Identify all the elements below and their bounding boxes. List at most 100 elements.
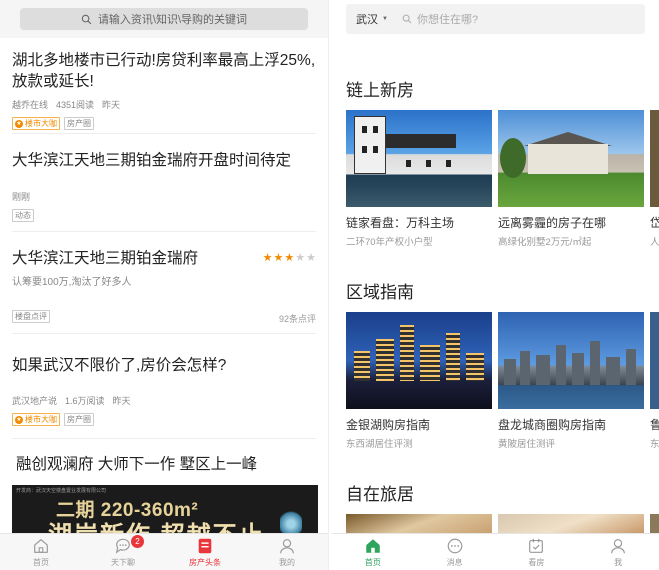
article-time: 昨天 — [102, 100, 121, 110]
tab-messages[interactable]: 消息 — [414, 534, 496, 570]
card-title: 岱 — [650, 216, 659, 230]
home-icon — [366, 538, 380, 553]
article-reads: 4351阅读 — [56, 100, 95, 110]
content-card[interactable]: 金银湖购房指南 东西湖居住评测 — [346, 312, 492, 450]
bottom-tab-bar: 首页 消息 看房 我 — [332, 533, 659, 570]
tag-hot[interactable]: ★ 楼市大咖 — [12, 413, 60, 426]
unread-badge: 2 — [131, 535, 144, 548]
card-image — [346, 514, 492, 534]
article-item[interactable]: 如果武汉不限价了,房价会怎样? 武汉地产说 1.6万阅读 昨天 ★ 楼市大咖 房产… — [12, 355, 316, 439]
card-title: 远离雾霾的房子在哪 — [498, 216, 607, 230]
tab-label: 我 — [614, 557, 623, 567]
tab-viewing[interactable]: 看房 — [496, 534, 578, 570]
tab-me[interactable]: 我 — [577, 534, 659, 570]
card-image — [498, 312, 644, 409]
article-meta: 武汉地产说 1.6万阅读 昨天 — [12, 394, 316, 407]
content-card[interactable] — [498, 514, 644, 534]
banner-developer: 开发商：武汉天空楼盘置业发展有限公司 — [16, 488, 107, 494]
tab-label: 我的 — [279, 557, 295, 567]
bottom-tab-bar: 首页 2 天下聊 房产头条 我的 — [0, 533, 328, 570]
content-card-partial[interactable]: 岱 人 — [650, 110, 659, 248]
review-desc: 认筹要100万,淘汰了好多人 — [12, 277, 132, 288]
crown-icon: ★ — [15, 415, 23, 424]
caret-down-icon: ▼ — [382, 16, 388, 22]
star-filled-icon: ★ — [273, 252, 284, 264]
tag[interactable]: 楼盘点评 — [12, 310, 50, 323]
review-tags: 楼盘点评 — [12, 310, 316, 323]
article-meta: 刚刚 — [12, 190, 316, 203]
tab-label: 天下聊 — [111, 557, 135, 567]
card-subtitle: 二环70年产权小户型 — [346, 237, 433, 248]
article-item[interactable]: 大华滨江天地三期铂金瑞府开盘时间待定 刚刚 动态 — [12, 150, 316, 232]
home-icon — [34, 538, 48, 553]
rating-stars: ★ ★ ★ ★ ★ — [263, 251, 316, 264]
tab-home[interactable]: 首页 — [332, 534, 414, 570]
card-title: 链家看盘：万科主场 — [346, 216, 455, 230]
tag[interactable]: 动态 — [12, 209, 34, 222]
review-item[interactable]: 大华滨江天地三期铂金瑞府 ★ ★ ★ ★ ★ 认筹要100万,淘汰了好多人 楼盘… — [12, 248, 316, 334]
crystal-tree-graphic — [280, 509, 302, 535]
content-card[interactable]: 盘龙城商圈购房指南 黄陂居住测评 — [498, 312, 644, 450]
tab-home[interactable]: 首页 — [0, 534, 82, 570]
tab-label: 首页 — [33, 557, 49, 567]
card-image — [650, 110, 659, 207]
tab-label: 首页 — [364, 557, 381, 567]
card-subtitle: 东西湖居住评测 — [346, 439, 413, 450]
star-filled-icon: ★ — [284, 252, 295, 264]
calendar-icon — [529, 538, 544, 553]
tab-label: 看房 — [528, 557, 545, 567]
article-title[interactable]: 湖北多地楼市已行动!房贷利率最高上浮25%,放款或延长! — [12, 50, 316, 92]
search-input[interactable]: 你想住在哪? — [402, 11, 478, 27]
ad-item[interactable]: 融创观澜府 大师下一作 墅区上一峰 — [12, 454, 316, 480]
user-icon — [280, 538, 294, 553]
tab-news[interactable]: 房产头条 — [164, 534, 246, 570]
content-card-partial[interactable] — [650, 514, 659, 534]
card-title: 金银湖购房指南 — [346, 418, 431, 432]
content-card[interactable]: 远离雾霾的房子在哪 高绿化别墅2万元/㎡起 — [498, 110, 644, 248]
card-subtitle: 高绿化别墅2万元/㎡起 — [498, 237, 592, 248]
crown-icon: ★ — [15, 119, 23, 128]
message-icon — [447, 538, 462, 553]
star-filled-icon: ★ — [262, 252, 273, 264]
content-card[interactable]: 链家看盘：万科主场 二环70年产权小户型 — [346, 110, 492, 248]
review-count[interactable]: 92条点评 — [279, 312, 316, 325]
content-card-partial[interactable]: 鲁 东 — [650, 312, 659, 450]
search-input[interactable]: 请输入资讯\知识\导购的关键词 — [20, 8, 308, 30]
star-empty-icon: ★ — [295, 252, 306, 264]
card-row: 金银湖购房指南 东西湖居住评测 盘龙城商圈购房指南 黄陂居住测评 鲁 东 — [346, 312, 659, 450]
article-tags: ★ 楼市大咖 房产圈 — [12, 413, 316, 426]
article-title[interactable]: 大华滨江天地三期铂金瑞府开盘时间待定 — [12, 150, 316, 171]
tag-hot[interactable]: ★ 楼市大咖 — [12, 117, 60, 130]
tab-chat[interactable]: 2 天下聊 — [82, 534, 164, 570]
tag[interactable]: 房产圈 — [64, 117, 94, 130]
card-image — [650, 312, 659, 409]
city-label: 武汉 — [356, 14, 378, 26]
content-card[interactable] — [346, 514, 492, 534]
city-selector[interactable]: 武汉 ▼ — [356, 11, 402, 27]
left-screen-news-feed: 请输入资讯\知识\导购的关键词 湖北多地楼市已行动!房贷利率最高上浮25%,放款… — [0, 0, 328, 570]
article-tags: 动态 — [12, 209, 316, 222]
ad-banner-image[interactable]: 开发商：武汉天空楼盘置业发展有限公司 二期 220-360m² 湖岸新作 超越不… — [12, 485, 318, 535]
card-subtitle: 人 — [650, 237, 659, 248]
section-title: 区域指南 — [346, 283, 414, 302]
card-subtitle: 黄陂居住测评 — [498, 439, 556, 450]
card-title: 鲁 — [650, 418, 659, 432]
ad-title[interactable]: 融创观澜府 大师下一作 墅区上一峰 — [16, 454, 316, 475]
article-time: 刚刚 — [12, 192, 31, 202]
tab-mine[interactable]: 我的 — [246, 534, 328, 570]
banner-line-2: 湖岸新作 超越不止 — [48, 515, 265, 535]
card-row: 链家看盘：万科主场 二环70年产权小户型 远离雾霾的房子在哪 高绿化别墅2万元/… — [346, 110, 659, 248]
tab-label: 消息 — [446, 557, 463, 567]
search-placeholder: 你想住在哪? — [416, 14, 479, 26]
card-image — [346, 110, 492, 207]
user-icon — [611, 538, 626, 553]
search-icon — [81, 14, 92, 24]
search-bar-container: 请输入资讯\知识\导购的关键词 — [0, 0, 328, 38]
article-title[interactable]: 如果武汉不限价了,房价会怎样? — [12, 355, 316, 376]
article-item[interactable]: 湖北多地楼市已行动!房贷利率最高上浮25%,放款或延长! 越乔在线 4351阅读… — [12, 50, 316, 134]
tag[interactable]: 房产圈 — [64, 413, 94, 426]
card-row — [346, 514, 659, 534]
search-placeholder: 请输入资讯\知识\导购的关键词 — [97, 14, 248, 26]
star-empty-icon: ★ — [306, 252, 316, 264]
search-bar[interactable]: 武汉 ▼ 你想住在哪? — [346, 4, 645, 34]
